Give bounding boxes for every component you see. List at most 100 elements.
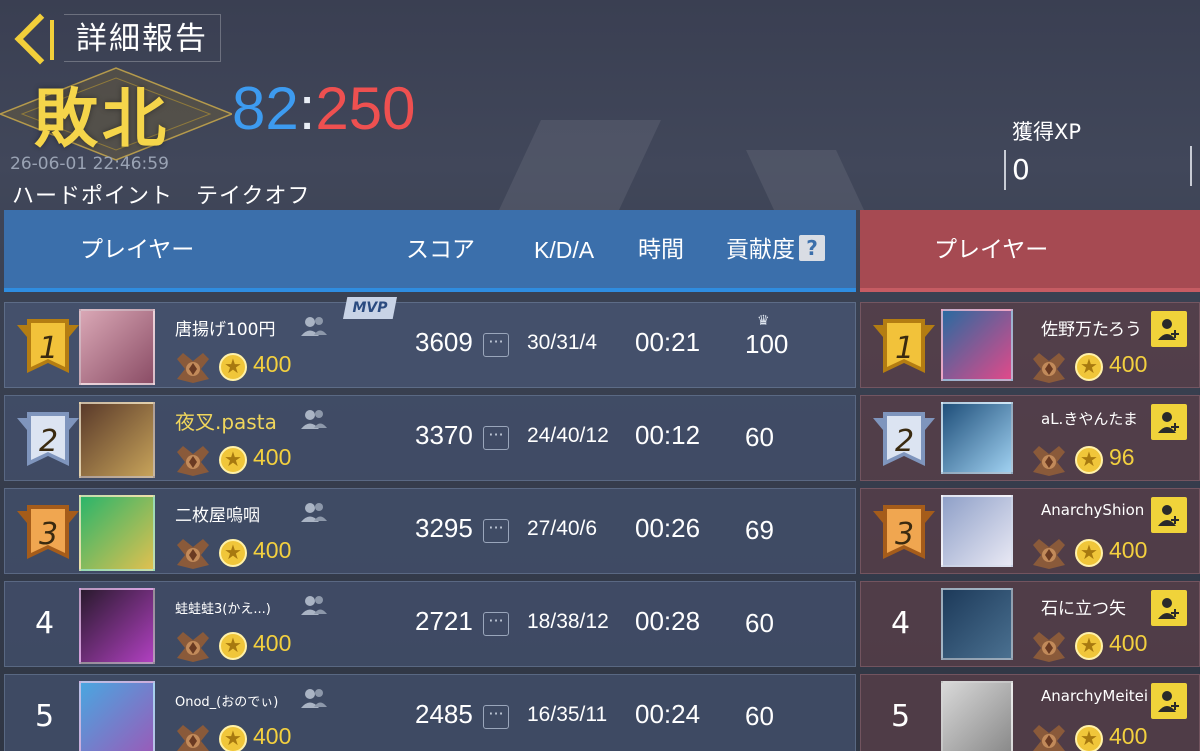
player-contribution: 69 — [745, 515, 774, 545]
player-kda: 16/35/11 — [527, 703, 608, 726]
match-datetime: 26-06-01 22:46:59 — [10, 154, 169, 174]
avatar[interactable] — [79, 309, 155, 385]
rank-badge-icon: 3 — [873, 503, 935, 565]
blue-player-row[interactable]: 3 二枚屋嗚咽 ★ 400 3295 ··· 27/40/6 00:26 69 — [4, 488, 856, 574]
blue-score: 82 — [232, 75, 299, 142]
bg-decoration — [746, 150, 864, 210]
red-player-row[interactable]: 1 佐野万たろう ★ 400 — [860, 302, 1200, 388]
player-name: AnarchyShion — [1041, 501, 1145, 519]
player-level: 400 — [253, 630, 292, 656]
player-kda: 27/40/6 — [527, 517, 598, 540]
player-name: 夜叉.pasta — [175, 410, 277, 434]
player-contribution: 60 — [745, 422, 774, 452]
page-title-box: 詳細報告 — [64, 14, 221, 62]
friend-icon[interactable] — [301, 501, 327, 523]
rank-badge-icon: 2 — [873, 410, 935, 472]
star-icon: ★ — [1075, 446, 1103, 474]
star-icon: ★ — [219, 725, 247, 751]
player-name: 二枚屋嗚咽 — [175, 506, 260, 526]
player-name: AnarchyMeitei — [1041, 687, 1149, 705]
rank-badge-icon: 2 — [17, 410, 79, 472]
col-time: 時間 — [638, 237, 684, 263]
friend-icon[interactable] — [301, 687, 327, 709]
avatar[interactable] — [941, 402, 1013, 474]
avatar[interactable] — [79, 402, 155, 478]
more-icon[interactable]: ··· — [483, 426, 509, 450]
rank-number: 4 — [891, 606, 911, 641]
avatar[interactable] — [79, 681, 155, 751]
blue-player-row[interactable]: 2 夜叉.pasta ★ 400 3370 ··· 24/40/12 00:12… — [4, 395, 856, 481]
player-time: 00:12 — [635, 420, 701, 450]
xp-panel: 獲得XP 0 — [1004, 116, 1081, 190]
more-icon[interactable]: ··· — [483, 612, 509, 636]
blue-team-header: プレイヤー スコア K/D/A 時間 貢献度? — [4, 210, 856, 292]
player-name: 佐野万たろう — [1041, 320, 1142, 340]
friend-icon[interactable] — [301, 408, 327, 430]
back-button[interactable] — [6, 13, 66, 65]
player-name: aL.きやんたま — [1041, 410, 1138, 428]
player-time: 00:21 — [635, 327, 701, 357]
rank-emblem-icon — [1031, 349, 1067, 385]
more-icon[interactable]: ··· — [483, 705, 509, 729]
blue-player-row[interactable]: 4 蛙蛙蛙3(かえ...) ★ 400 2721 ··· 18/38/12 00… — [4, 581, 856, 667]
rank-emblem-icon — [1031, 628, 1067, 664]
avatar[interactable] — [79, 495, 155, 571]
more-icon[interactable]: ··· — [483, 333, 509, 357]
rank-emblem-icon — [1031, 721, 1067, 751]
add-friend-icon[interactable] — [1151, 590, 1187, 626]
red-player-row[interactable]: 4 石に立つ矢 ★ 400 — [860, 581, 1200, 667]
player-contribution: 60 — [745, 608, 774, 638]
player-name: 石に立つ矢 — [1041, 599, 1126, 619]
col-kda: K/D/A — [534, 237, 595, 263]
avatar[interactable] — [941, 309, 1013, 381]
player-level: 400 — [1109, 351, 1148, 377]
add-friend-icon[interactable] — [1151, 497, 1187, 533]
player-kda: 18/38/12 — [527, 610, 609, 633]
player-name: 蛙蛙蛙3(かえ...) — [175, 602, 271, 617]
more-icon[interactable]: ··· — [483, 519, 509, 543]
player-level: 400 — [1109, 630, 1148, 656]
red-player-row[interactable]: 5 AnarchyMeitei ★ 400 — [860, 674, 1200, 751]
add-friend-icon[interactable] — [1151, 311, 1187, 347]
friend-icon[interactable] — [301, 315, 327, 337]
rank-number: 4 — [35, 606, 55, 641]
xp-label: 獲得XP — [1012, 120, 1082, 144]
page-title: 詳細報告 — [76, 21, 208, 57]
red-player-row[interactable]: 2 aL.きやんたま ★ 96 — [860, 395, 1200, 481]
col-player: プレイヤー — [80, 237, 195, 263]
help-icon[interactable]: ? — [799, 235, 825, 261]
player-contribution: 60 — [745, 701, 774, 731]
red-player-row[interactable]: 3 AnarchyShion ★ 400 — [860, 488, 1200, 574]
col-player: プレイヤー — [934, 237, 1049, 263]
xp-value: 0 — [1004, 150, 1081, 190]
star-icon: ★ — [219, 353, 247, 381]
avatar[interactable] — [941, 681, 1013, 751]
rank-emblem-icon — [175, 349, 211, 385]
chevron-left-icon — [14, 13, 66, 65]
star-icon: ★ — [219, 446, 247, 474]
rank-badge-icon: 3 — [17, 503, 79, 565]
player-level: 400 — [253, 723, 292, 749]
player-level: 400 — [253, 537, 292, 563]
blue-player-row[interactable]: 5 Onod_(おのでぃ) ★ 400 2485 ··· 16/35/11 00… — [4, 674, 856, 751]
rank-emblem-icon — [175, 721, 211, 751]
blue-player-row[interactable]: 1 唐揚げ100円 ★ 400 3609 ··· 30/31/4 00:21 ♛… — [4, 297, 856, 388]
player-contribution: 100 — [745, 329, 789, 359]
rank-number: 5 — [891, 699, 911, 734]
avatar[interactable] — [941, 588, 1013, 660]
player-name: Onod_(おのでぃ) — [175, 695, 279, 710]
player-name: 唐揚げ100円 — [175, 320, 276, 340]
avatar[interactable] — [941, 495, 1013, 567]
mvp-badge: MVP — [343, 297, 397, 319]
friend-icon[interactable] — [301, 594, 327, 616]
player-level: 96 — [1109, 444, 1135, 470]
add-friend-icon[interactable] — [1151, 683, 1187, 719]
player-level: 400 — [253, 351, 292, 377]
player-score: 2485 — [415, 699, 473, 729]
star-icon: ★ — [1075, 632, 1103, 660]
add-friend-icon[interactable] — [1151, 404, 1187, 440]
avatar[interactable] — [79, 588, 155, 664]
player-level: 400 — [1109, 723, 1148, 749]
star-icon: ★ — [1075, 539, 1103, 567]
xp-panel-cutoff — [1190, 146, 1200, 186]
